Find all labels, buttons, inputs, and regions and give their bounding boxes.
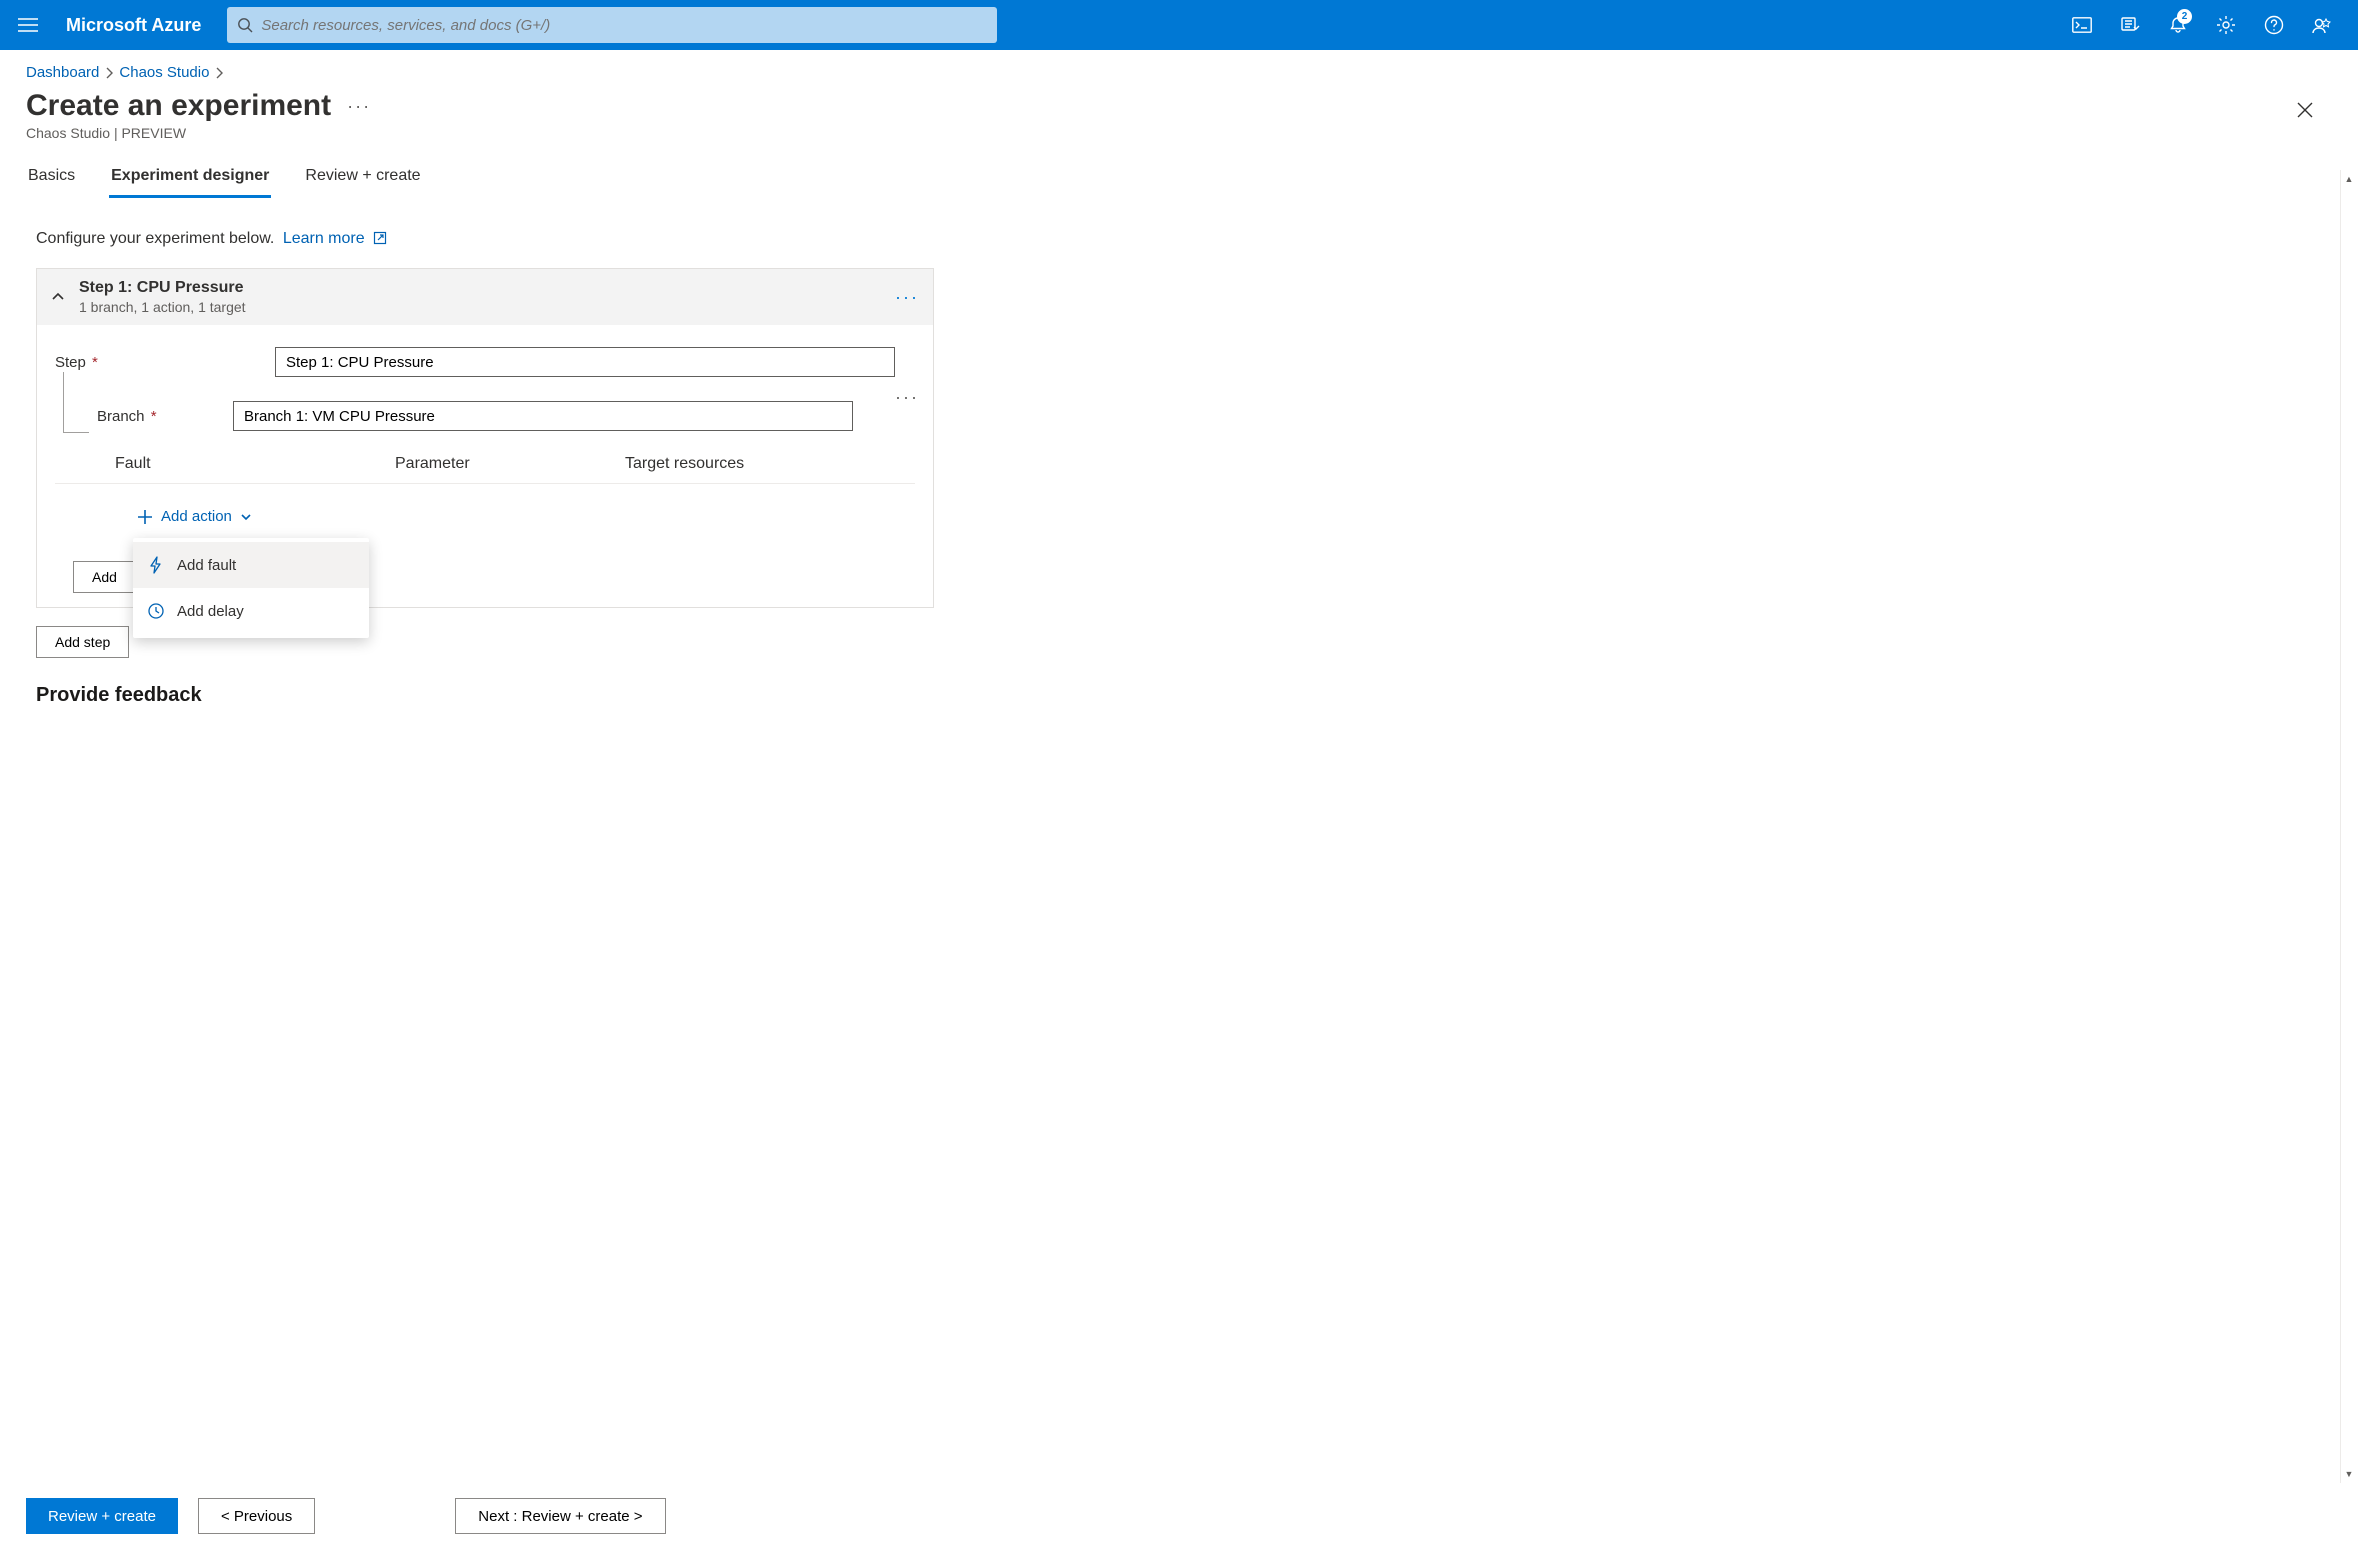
add-fault-label: Add fault [177,557,236,574]
breadcrumb-chaos-studio[interactable]: Chaos Studio [119,64,209,81]
search-icon [237,17,253,33]
scroll-up-icon[interactable]: ▲ [2340,170,2358,188]
external-link-icon [373,231,387,245]
add-step-button[interactable]: Add step [36,626,129,658]
directory-filter-icon[interactable] [2108,5,2152,45]
fault-table-header: Fault Parameter Target resources [55,455,915,484]
lightning-icon [147,556,165,574]
scrollbar[interactable]: ▲ ▼ [2340,170,2358,1483]
step-card-header[interactable]: Step 1: CPU Pressure 1 branch, 1 action,… [37,269,933,325]
step-header-title: Step 1: CPU Pressure [79,279,246,297]
brand-label[interactable]: Microsoft Azure [56,15,219,36]
add-action-button[interactable]: Add action [133,502,256,531]
azure-topbar: Microsoft Azure 2 [0,0,2358,50]
settings-icon[interactable] [2204,5,2248,45]
feedback-icon[interactable] [2300,5,2344,45]
page-title: Create an experiment [26,89,331,123]
provide-feedback-heading: Provide feedback [36,684,934,707]
branch-more-menu[interactable]: ··· [895,387,919,408]
add-action-label: Add action [161,508,232,525]
tab-basics[interactable]: Basics [26,159,77,198]
step-more-menu[interactable]: ··· [895,287,919,308]
chevron-down-icon [240,511,252,523]
col-parameter: Parameter [395,455,625,473]
page-more-menu[interactable]: ··· [347,96,371,117]
hamburger-icon [18,18,38,32]
hamburger-menu[interactable] [8,5,48,45]
tab-review-create[interactable]: Review + create [303,159,422,198]
close-blade-button[interactable] [2288,93,2322,127]
breadcrumb-dashboard[interactable]: Dashboard [26,64,99,81]
chevron-right-icon [215,67,223,79]
step-label: Step * [55,354,275,371]
intro-text: Configure your experiment below. [36,230,274,247]
add-branch-button[interactable]: Add [73,561,136,593]
help-icon[interactable] [2252,5,2296,45]
step-card: Step 1: CPU Pressure 1 branch, 1 action,… [36,268,934,608]
collapse-toggle[interactable] [51,290,65,304]
cloud-shell-icon[interactable] [2060,5,2104,45]
close-icon [2296,101,2314,119]
notification-badge: 2 [2177,9,2192,24]
search-input[interactable] [261,17,987,34]
add-fault-item[interactable]: Add fault [133,542,369,588]
previous-button[interactable]: < Previous [198,1498,315,1534]
branch-name-row: Branch * ··· [55,401,915,431]
add-action-dropdown: Add fault Add delay [133,538,369,638]
chevron-up-icon [51,290,65,304]
intro-text-row: Configure your experiment below. Learn m… [36,230,934,248]
wizard-tabs: Basics Experiment designer Review + crea… [0,159,2358,198]
notifications-icon[interactable]: 2 [2156,5,2200,45]
col-fault: Fault [115,455,395,473]
add-delay-item[interactable]: Add delay [133,588,369,634]
add-delay-label: Add delay [177,603,244,620]
topbar-actions: 2 [2060,5,2350,45]
branch-name-input[interactable] [233,401,853,431]
chevron-right-icon [105,67,113,79]
scroll-down-icon[interactable]: ▼ [2340,1465,2358,1483]
tab-experiment-designer[interactable]: Experiment designer [109,159,271,198]
step-name-row: Step * [55,347,915,377]
wizard-footer: Review + create < Previous Next : Review… [0,1483,2358,1549]
step-name-input[interactable] [275,347,895,377]
breadcrumb: Dashboard Chaos Studio [0,50,2358,89]
designer-content: Configure your experiment below. Learn m… [0,198,960,717]
step-header-subtitle: 1 branch, 1 action, 1 target [79,299,246,315]
col-target-resources: Target resources [625,455,915,473]
review-create-button[interactable]: Review + create [26,1498,178,1534]
clock-icon [147,602,165,620]
page-container: Dashboard Chaos Studio Create an experim… [0,50,2358,1549]
page-subtitle: Chaos Studio | PREVIEW [26,125,2288,141]
page-header: Create an experiment ··· Chaos Studio | … [0,89,2358,159]
plus-icon [137,509,153,525]
global-search[interactable] [227,7,997,43]
next-button[interactable]: Next : Review + create > [455,1498,665,1534]
learn-more-link[interactable]: Learn more [283,230,387,247]
branch-label: Branch * [55,408,233,425]
